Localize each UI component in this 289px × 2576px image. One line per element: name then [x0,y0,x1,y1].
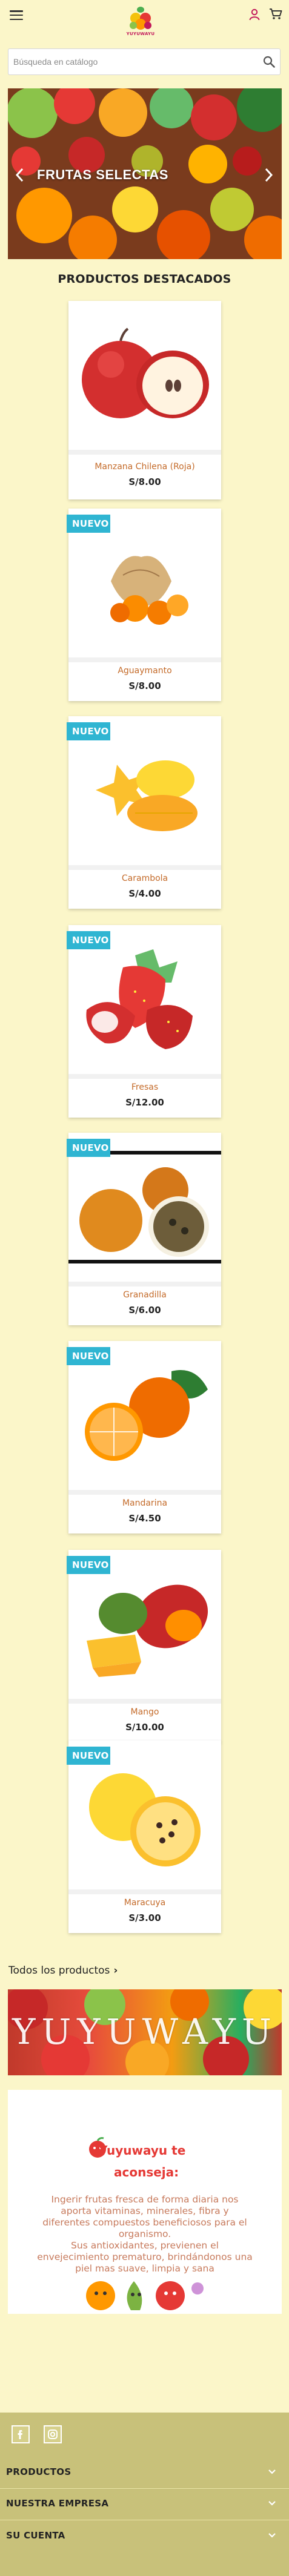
user-icon[interactable] [249,8,260,21]
product-card[interactable]: Manzana Chilena (Roja) S/8.00 [68,301,221,499]
instagram-icon[interactable] [44,2425,62,2443]
advice-paragraph-1: Ingerir frutas fresca de forma diaria no… [42,2194,247,2239]
product-name[interactable]: Carambola [68,874,221,883]
new-badge: NUEVO [67,1139,110,1157]
site-footer: PRODUCTOS NUESTRA EMPRESA SU CUENTA [0,2413,289,2576]
hero-carousel[interactable]: FRUTAS SELECTAS [8,88,282,259]
brand-banner: YUYUWAYU [8,1989,282,2075]
product-name[interactable]: Mandarina [68,1498,221,1508]
product-price: S/4.00 [128,888,161,899]
hero-caption: FRUTAS SELECTAS [37,167,168,182]
cart-icon[interactable] [269,8,282,20]
product-card[interactable]: NUEVO Fresas S/12.00 [67,925,221,1118]
search-icon[interactable] [263,56,275,68]
new-badge: NUEVO [67,1347,110,1365]
advice-title-2: aconseja: [114,2165,179,2179]
chevron-down-icon [268,2501,276,2506]
product-image[interactable] [68,301,221,450]
product-price: S/4.50 [128,1513,161,1524]
product-card[interactable]: NUEVO Granadilla S/6.00 [67,1133,221,1325]
product-card[interactable]: NUEVO Mango S/10.00 [67,1550,221,1742]
product-name[interactable]: Aguaymanto [68,666,221,676]
chevron-down-icon [268,2469,276,2474]
product-price: S/12.00 [125,1097,164,1108]
new-badge: NUEVO [67,1747,110,1765]
product-price: S/8.00 [128,476,161,487]
footer-row-label: NUESTRA EMPRESA [6,2498,109,2509]
product-price: S/3.00 [128,1912,161,1923]
advice-title: Yuyuwayu te [99,2143,186,2158]
facebook-icon[interactable] [12,2425,30,2443]
product-name[interactable]: Manzana Chilena (Roja) [68,462,221,472]
footer-account-toggle[interactable]: SU CUENTA [0,2522,289,2552]
new-badge: NUEVO [67,1556,110,1574]
new-badge: NUEVO [67,722,110,740]
new-badge: NUEVO [67,515,110,533]
banner-text: YUYUWAYU [12,2011,277,2052]
product-card[interactable]: NUEVO Mandarina S/4.50 [67,1341,221,1533]
all-products-label: Todos los productos [8,1965,110,1977]
logo-text: YUYUWAYU [126,31,155,36]
logo-fruits-icon [130,7,151,30]
product-price: S/8.00 [128,680,161,691]
product-name[interactable]: Maracuya [68,1898,221,1908]
chevron-down-icon [268,2533,276,2538]
product-card[interactable]: NUEVO Aguaymanto S/8.00 [67,509,221,701]
product-name[interactable]: Mango [68,1707,221,1717]
footer-row-label: SU CUENTA [6,2530,65,2541]
footer-company-toggle[interactable]: NUESTRA EMPRESA [0,2489,289,2520]
site-header: YUYUWAYU [0,0,289,41]
all-products-link[interactable]: Todos los productos › [8,1965,118,1977]
chevron-right-icon: › [113,1965,118,1977]
product-card[interactable]: NUEVO Maracuya S/3.00 [67,1741,221,1933]
site-logo[interactable]: YUYUWAYU [124,5,158,38]
search-bar [8,48,281,75]
product-name[interactable]: Granadilla [68,1290,221,1300]
product-price: S/6.00 [128,1305,161,1316]
product-card[interactable]: NUEVO Carambola S/4.00 [67,716,221,909]
footer-row-label: PRODUCTOS [6,2466,71,2477]
product-name[interactable]: Fresas [68,1082,221,1092]
footer-products-toggle[interactable]: PRODUCTOS [0,2458,289,2488]
advice-section: Yuyuwayu te aconseja: Ingerir frutas fre… [8,2090,282,2314]
carousel-prev-icon[interactable] [14,166,26,184]
product-price: S/10.00 [125,1722,164,1733]
fruit-characters-image [86,2281,204,2310]
advice-paragraph-2: Sus antioxidantes, previenen el envejeci… [37,2240,253,2274]
new-badge: NUEVO [67,931,110,949]
menu-icon[interactable] [10,10,23,21]
featured-title: PRODUCTOS DESTACADOS [58,272,231,286]
red-apple-image [82,328,209,418]
search-input[interactable] [13,54,244,70]
carousel-next-icon[interactable] [262,166,274,184]
